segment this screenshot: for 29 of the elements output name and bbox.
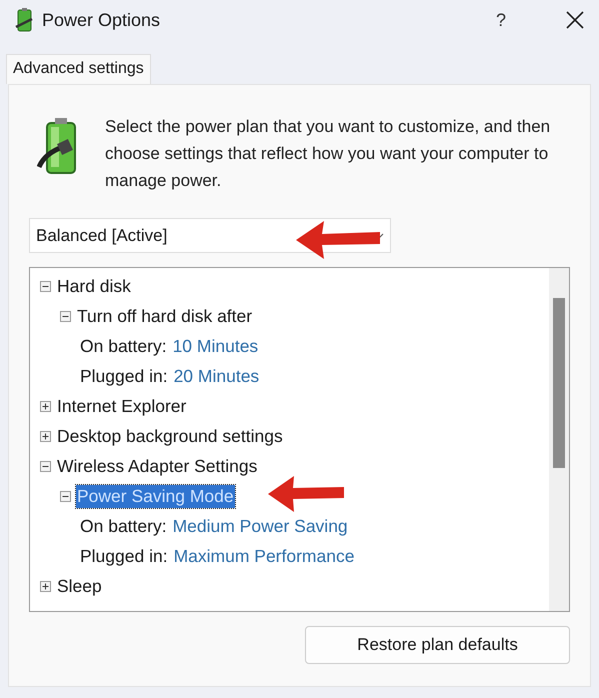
- setting-label: On battery:: [80, 516, 167, 536]
- tree-item[interactable]: Sleep: [56, 574, 103, 598]
- expand-icon[interactable]: [40, 400, 51, 412]
- tab[interactable]: Advanced settings: [6, 54, 151, 84]
- intro-text: Select the power plan that you want to customize, and then choose settings that reflect how you want your computer to manage power.: [105, 116, 552, 192]
- tree-item[interactable]: Power Saving Mode: [76, 484, 235, 508]
- collapse-icon[interactable]: [60, 490, 71, 502]
- setting-label: On battery:: [80, 336, 167, 356]
- collapse-icon[interactable]: [40, 280, 51, 292]
- setting-value-link[interactable]: Medium Power Saving: [172, 516, 348, 536]
- window-title: Power Options: [42, 10, 162, 30]
- expand-icon[interactable]: [40, 430, 51, 442]
- collapse-icon[interactable]: [40, 460, 51, 472]
- tree-item[interactable]: Desktop background settings: [56, 424, 284, 448]
- tree-item[interactable]: Hard disk: [56, 274, 132, 298]
- collapse-icon[interactable]: [60, 310, 71, 322]
- help-button[interactable]: ?: [481, 10, 521, 30]
- setting-value-link[interactable]: 10 Minutes: [172, 336, 258, 356]
- setting-label: Plugged in:: [80, 366, 168, 386]
- setting-value-link[interactable]: 20 Minutes: [174, 366, 260, 386]
- setting-value-link[interactable]: Maximum Performance: [174, 546, 354, 566]
- scrollbar[interactable]: [549, 268, 569, 611]
- plan-dropdown[interactable]: Balanced [Active]: [29, 218, 391, 253]
- restore-defaults-button[interactable]: Restore plan defaults: [305, 626, 570, 664]
- setting-label: Plugged in:: [80, 546, 168, 566]
- expand-icon[interactable]: [40, 580, 51, 592]
- tree-item[interactable]: Turn off hard disk after: [76, 304, 254, 328]
- tree-item[interactable]: Internet Explorer: [56, 394, 188, 418]
- tree-item[interactable]: Wireless Adapter Settings: [56, 454, 258, 478]
